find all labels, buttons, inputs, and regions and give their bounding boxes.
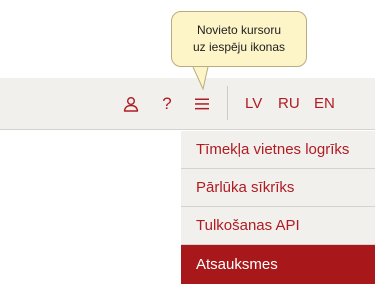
menu-item-feedback[interactable]: Atsauksmes: [181, 245, 375, 284]
user-account-button[interactable]: [120, 78, 142, 129]
hint-tooltip: Novieto kursoru uz iespēju ikonas: [171, 11, 307, 91]
hamburger-menu-icon: [195, 98, 209, 109]
language-lv-link[interactable]: LV: [245, 78, 262, 129]
question-mark-icon: ?: [162, 94, 172, 113]
language-ru-link[interactable]: RU: [278, 78, 300, 129]
menu-item-website-widget[interactable]: Tīmekļa vietnes logrīks: [181, 131, 375, 169]
top-toolbar: ? LV RU EN: [0, 78, 375, 130]
toolbar-divider: [227, 86, 228, 120]
menu-dropdown: Tīmekļa vietnes logrīks Pārlūka sīkrīks …: [181, 131, 375, 284]
tooltip-line-2: uz iespēju ikonas: [192, 40, 286, 54]
help-button[interactable]: ?: [157, 78, 177, 129]
tooltip-line-1: Novieto kursoru: [196, 23, 282, 37]
tooltip-pointer: [192, 66, 209, 91]
menu-item-browser-plugin[interactable]: Pārlūka sīkrīks: [181, 169, 375, 207]
language-en-link[interactable]: EN: [314, 78, 335, 129]
menu-item-translation-api[interactable]: Tulkošanas API: [181, 207, 375, 245]
user-icon: [123, 96, 139, 112]
